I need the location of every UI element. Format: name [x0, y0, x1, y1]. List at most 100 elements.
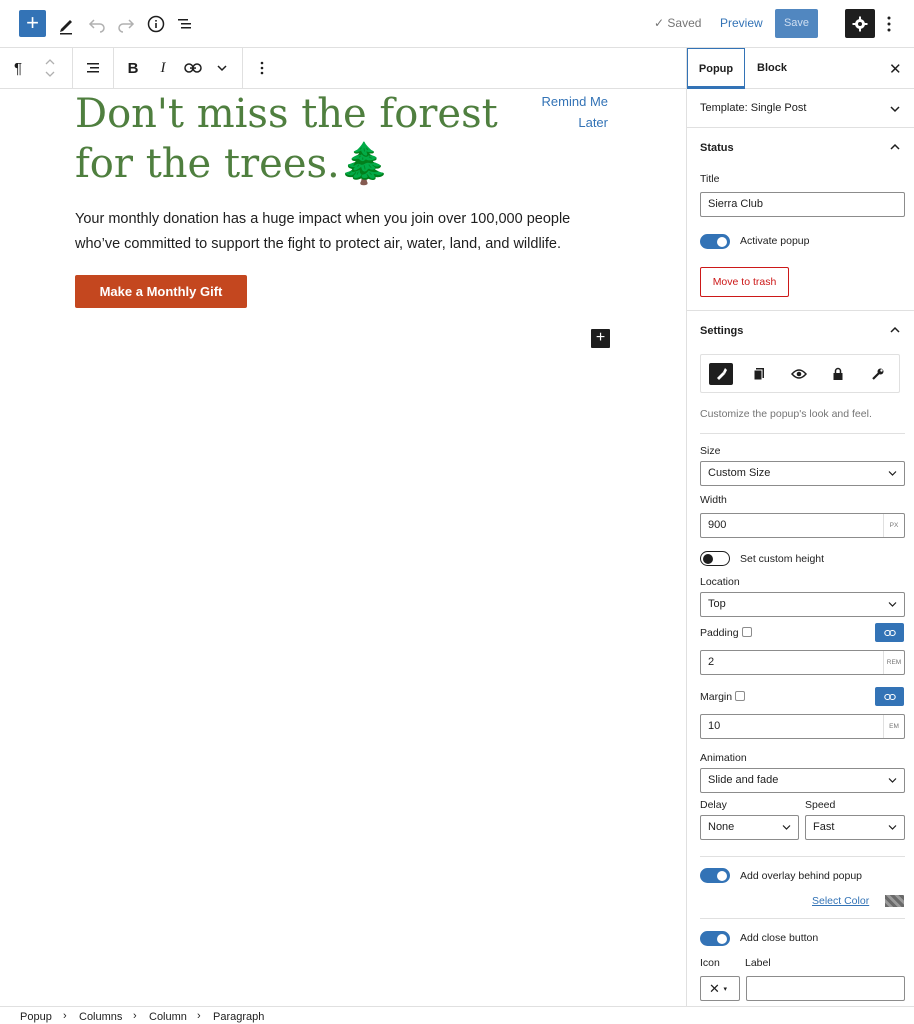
body-line-2: who’ve committed to support the fight to… [75, 236, 562, 252]
lock-icon[interactable] [826, 363, 850, 385]
pencil-icon[interactable] [55, 12, 79, 36]
popup-body-text[interactable]: Your monthly donation has a huge impact … [75, 207, 625, 257]
align-icon[interactable] [82, 56, 104, 80]
margin-input[interactable]: 10 EM [700, 714, 905, 739]
settings-help-text: Customize the popup's look and feel. [700, 408, 872, 420]
eye-icon[interactable] [787, 363, 811, 385]
block-inserter-button[interactable]: + [591, 329, 610, 348]
speed-select-value: Fast [813, 821, 835, 833]
chevron-up-icon[interactable] [889, 141, 901, 153]
padding-input-value: 2 [708, 656, 715, 668]
close-icon[interactable]: ✕ [889, 60, 902, 78]
chevron-down-icon[interactable] [212, 56, 232, 80]
settings-heading[interactable]: Settings [700, 325, 743, 337]
sidebar-tabs: Popup Block ✕ [687, 48, 914, 89]
link-icon[interactable] [181, 56, 205, 80]
top-toolbar: + ✓ Saved Preview Save [0, 0, 914, 48]
preview-button[interactable]: Preview [720, 16, 763, 30]
close-button-toggle[interactable] [700, 931, 730, 946]
chevron-down-icon [890, 106, 900, 113]
paragraph-icon[interactable]: ¶ [8, 56, 28, 80]
block-breadcrumb: Popup › Columns › Column › Paragraph [0, 1006, 914, 1024]
wrench-icon[interactable] [866, 363, 890, 385]
chevron-down-icon [888, 471, 897, 476]
template-label: Template: Single Post [700, 102, 807, 114]
more-options-icon[interactable] [883, 14, 895, 34]
breadcrumb-columns[interactable]: Columns [79, 1011, 122, 1023]
chevron-up-icon[interactable] [889, 324, 901, 336]
activate-popup-toggle[interactable] [700, 234, 730, 249]
chevron-down-icon [888, 825, 897, 830]
close-icon: ✕ [709, 981, 720, 996]
move-up-down-icon[interactable] [40, 56, 60, 80]
tab-popup[interactable]: Popup [687, 48, 745, 89]
undo-icon[interactable] [85, 12, 109, 36]
animation-select-value: Slide and fade [708, 774, 779, 786]
block-options-icon[interactable] [252, 56, 272, 80]
chevron-down-icon [782, 825, 791, 830]
breadcrumb-paragraph[interactable]: Paragraph [213, 1011, 264, 1023]
info-icon[interactable] [144, 12, 168, 36]
margin-label-group: Margin [700, 691, 746, 703]
tab-block[interactable]: Block [745, 48, 799, 89]
move-to-trash-button[interactable]: Move to trash [700, 267, 789, 297]
status-heading[interactable]: Status [700, 142, 734, 154]
close-label-input[interactable] [746, 976, 905, 1001]
redo-icon[interactable] [114, 12, 138, 36]
breadcrumb-column[interactable]: Column [149, 1011, 187, 1023]
settings-button[interactable] [845, 9, 875, 38]
list-view-icon[interactable] [173, 12, 197, 36]
width-input[interactable]: 900 PX [700, 513, 905, 538]
template-panel[interactable]: Template: Single Post [687, 89, 914, 128]
overlay-color-swatch[interactable] [885, 895, 904, 907]
padding-checkbox[interactable] [741, 627, 752, 637]
status-panel: Status Title Sierra Club Activate popup … [687, 128, 914, 311]
width-label: Width [700, 494, 727, 506]
caret-down-icon: ▾ [723, 986, 728, 993]
remind-me-later-link[interactable]: Remind Me Later [520, 91, 608, 133]
chevron-down-icon [888, 778, 897, 783]
icon-label: Icon [700, 957, 720, 969]
padding-link-button[interactable] [875, 623, 904, 642]
link-icon [883, 629, 896, 636]
remind-line-2: Later [578, 115, 608, 130]
activate-popup-label: Activate popup [740, 235, 810, 247]
settings-sidebar: Popup Block ✕ Template: Single Post Stat… [686, 48, 914, 1006]
popup-headline[interactable]: Don't miss the forest for the trees.🌲 [75, 89, 515, 189]
animation-select[interactable]: Slide and fade [700, 768, 905, 793]
chevron-right-icon: › [63, 1010, 67, 1022]
save-button[interactable]: Save [775, 9, 818, 38]
margin-checkbox[interactable] [735, 691, 746, 701]
animation-label: Animation [700, 752, 747, 764]
padding-unit[interactable]: REM [883, 651, 904, 674]
overlay-toggle[interactable] [700, 868, 730, 883]
add-block-button[interactable]: + [19, 10, 46, 37]
custom-height-toggle[interactable] [700, 551, 730, 566]
margin-label: Margin [700, 691, 733, 703]
breadcrumb-popup[interactable]: Popup [20, 1011, 52, 1023]
monthly-gift-button[interactable]: Make a Monthly Gift [75, 275, 247, 308]
close-icon-picker[interactable]: ✕ ▾ [700, 976, 740, 1001]
italic-button[interactable]: I [153, 56, 173, 80]
size-select[interactable]: Custom Size [700, 461, 905, 486]
speed-select[interactable]: Fast [805, 815, 905, 840]
body-line-1: Your monthly donation has a huge impact … [75, 211, 571, 227]
margin-unit[interactable]: EM [883, 715, 904, 738]
bold-button[interactable]: B [123, 56, 143, 80]
brush-icon[interactable] [709, 363, 733, 385]
location-select[interactable]: Top [700, 592, 905, 617]
location-label: Location [700, 576, 740, 588]
margin-link-button[interactable] [875, 687, 904, 706]
width-unit[interactable]: PX [883, 514, 904, 537]
block-toolbar: ¶ B I [0, 48, 686, 89]
size-label: Size [700, 445, 721, 457]
chevron-right-icon: › [133, 1010, 137, 1022]
delay-select[interactable]: None [700, 815, 799, 840]
padding-input[interactable]: 2 REM [700, 650, 905, 675]
title-input[interactable]: Sierra Club [700, 192, 905, 217]
copy-icon[interactable] [747, 363, 771, 385]
gear-icon [852, 16, 868, 31]
select-color-link[interactable]: Select Color [812, 895, 869, 907]
link-icon [883, 693, 896, 700]
padding-label-group: Padding [700, 627, 752, 639]
